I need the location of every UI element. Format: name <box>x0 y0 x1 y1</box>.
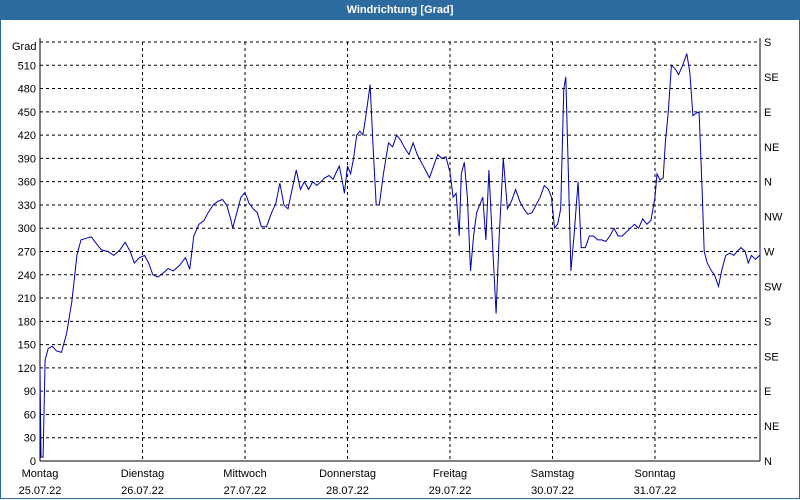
y-tick-labels: 0 30 60 90 120 150 180 210 240 270 300 330 360 390 420… <box>18 60 36 468</box>
x-tick-date: 30.07.22 <box>531 485 574 497</box>
x-tick-date: 26.07.22 <box>121 485 164 497</box>
y-tick-label: 330 <box>18 200 36 212</box>
wind-direction-line <box>39 53 761 458</box>
x-tick-labels: Montag 25.07.22 Dienstag 26.07.22 Mittwoch 27… <box>19 468 677 497</box>
x-tick-date: 31.07.22 <box>634 485 677 497</box>
y-tick-label: 30 <box>24 433 36 445</box>
compass-tick-label: E <box>764 386 771 398</box>
x-tick-day: Montag <box>22 468 59 480</box>
axes <box>39 38 761 462</box>
x-tick-day: Donnerstag <box>319 468 376 480</box>
compass-tick-label: E <box>764 107 771 119</box>
y-tick-label: 180 <box>18 316 36 328</box>
x-tick-date: 29.07.22 <box>429 485 472 497</box>
x-tick-date: 25.07.22 <box>19 485 62 497</box>
compass-tick-label: NE <box>764 421 779 433</box>
compass-tick-label: NW <box>764 212 783 224</box>
x-tick-date: 28.07.22 <box>326 485 369 497</box>
x-tick-day: Sonntag <box>635 468 676 480</box>
compass-tick-label: SE <box>764 72 779 84</box>
y-tick-label: 300 <box>18 223 36 235</box>
x-tick-day: Freitag <box>433 468 467 480</box>
y-tick-label: 360 <box>18 177 36 189</box>
compass-tick-label: SW <box>764 281 782 293</box>
series-layer <box>39 53 761 458</box>
y-tick-label: 450 <box>18 107 36 119</box>
x-tick-day: Dienstag <box>121 468 164 480</box>
compass-tick-label: N <box>764 456 772 468</box>
y-tick-label: 210 <box>18 293 36 305</box>
y-tick-label: 510 <box>18 60 36 72</box>
x-tick-day: Mittwoch <box>223 468 266 480</box>
compass-tick-label: N <box>764 177 772 189</box>
y-tick-label: 240 <box>18 270 36 282</box>
y-tick-label: 150 <box>18 340 36 352</box>
x-tick-date: 27.07.22 <box>224 485 267 497</box>
y-tick-label: 60 <box>24 409 36 421</box>
y-tick-label: 90 <box>24 386 36 398</box>
compass-tick-label: S <box>764 316 771 328</box>
wind-direction-chart: 0 30 60 90 120 150 180 210 240 270 300 330 360 390 420… <box>12 37 783 497</box>
y-tick-label: 270 <box>18 247 36 259</box>
compass-tick-labels: N NE E SE S SW W NW N NE E SE S <box>764 37 783 468</box>
y-tick-label: 480 <box>18 84 36 96</box>
y-tick-label: 120 <box>18 363 36 375</box>
grid-lines <box>40 41 760 461</box>
compass-tick-label: S <box>764 37 771 49</box>
y-tick-label: 420 <box>18 130 36 142</box>
compass-tick-label: NE <box>764 142 779 154</box>
compass-tick-label: SE <box>764 351 779 363</box>
y-tick-label: 0 <box>30 456 36 468</box>
x-tick-day: Samstag <box>531 468 574 480</box>
y-tick-label: 390 <box>18 153 36 165</box>
y-axis-title: Grad <box>12 41 36 53</box>
compass-tick-label: W <box>764 247 775 259</box>
